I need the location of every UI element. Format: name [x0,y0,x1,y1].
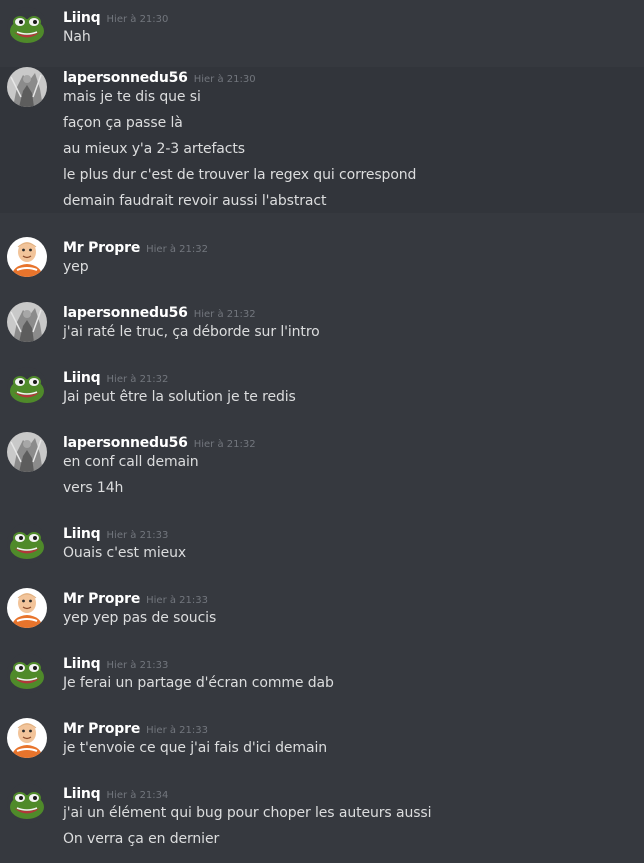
message-header: Mr Propre Hier à 21:33 [63,588,208,608]
message-text: On verra ça en dernier [63,831,220,847]
message-timestamp: Hier à 21:32 [193,439,256,450]
message-group: Liinq Hier à 21:30 Nah [0,7,644,61]
photo-avatar[interactable] [7,432,47,472]
message-group: Liinq Hier à 21:34 j'ai un élément qui bug… [0,783,644,863]
cartoon-avatar[interactable] [7,588,47,628]
message-text: je t'envoie ce que j'ai fais d'ici demai… [63,740,328,756]
message-group: lapersonnedu56 Hier à 21:30 mais je te dis… [0,67,644,213]
author-name[interactable]: Liinq [63,10,101,26]
message-timestamp: Hier à 21:33 [146,725,208,736]
message-text: le plus dur c'est de trouver la regex qu… [63,167,417,183]
message-text: Ouais c'est mieux [63,545,187,561]
author-name[interactable]: Mr Propre [63,240,140,256]
message-header: Mr Propre Hier à 21:33 [63,718,208,738]
message-group: lapersonnedu56 Hier à 21:32 en conf call d… [0,432,644,512]
frog-avatar[interactable] [7,523,47,563]
message-group: Liinq Hier à 21:33 Ouais c'est mieux [0,523,644,577]
message-group: lapersonnedu56 Hier à 21:32 j'ai raté le t… [0,302,644,356]
message-timestamp: Hier à 21:32 [193,309,256,320]
message-text: Jai peut être la solution je te redis [63,389,296,405]
author-name[interactable]: lapersonnedu56 [63,435,188,451]
cartoon-avatar[interactable] [7,718,47,758]
message-header: lapersonnedu56 Hier à 21:32 [63,302,256,322]
message-text: yep yep pas de soucis [63,610,217,626]
message-header: Liinq Hier à 21:32 [63,367,168,387]
message-header: lapersonnedu56 Hier à 21:32 [63,432,256,452]
message-timestamp: Hier à 21:33 [146,595,208,606]
message-text: Je ferai un partage d'écran comme dab [63,675,334,691]
message-text: Nah [63,29,91,45]
message-text: façon ça passe là [63,115,183,131]
message-text: j'ai un élément qui bug pour choper les … [63,805,432,821]
message-group: Mr Propre Hier à 21:32 yep [0,237,644,291]
message-text: vers 14h [63,480,124,496]
message-group: Liinq Hier à 21:32 Jai peut être la soluti… [0,367,644,421]
message-group: Mr Propre Hier à 21:33 je t'envoie ce que … [0,718,644,772]
author-name[interactable]: Mr Propre [63,591,140,607]
message-header: Liinq Hier à 21:34 [63,783,168,803]
message-header: Liinq Hier à 21:30 [63,7,168,27]
message-text: yep [63,259,89,275]
author-name[interactable]: lapersonnedu56 [63,305,188,321]
message-timestamp: Hier à 21:33 [106,530,169,541]
message-text: en conf call demain [63,454,199,470]
message-group: Liinq Hier à 21:33 Je ferai un partage d'é… [0,653,644,707]
message-timestamp: Hier à 21:30 [106,14,169,25]
message-timestamp: Hier à 21:33 [106,660,169,671]
cartoon-avatar[interactable] [7,237,47,277]
author-name[interactable]: Liinq [63,526,101,542]
frog-avatar[interactable] [7,653,47,693]
photo-avatar[interactable] [7,302,47,342]
photo-avatar[interactable] [7,67,47,107]
author-name[interactable]: Liinq [63,370,101,386]
message-text: au mieux y'a 2-3 artefacts [63,141,245,157]
message-timestamp: Hier à 21:34 [106,790,169,801]
message-header: lapersonnedu56 Hier à 21:30 [63,67,256,87]
frog-avatar[interactable] [7,367,47,407]
message-header: Mr Propre Hier à 21:32 [63,237,208,257]
frog-avatar[interactable] [7,783,47,823]
frog-avatar[interactable] [7,7,47,47]
chat-message-list: Liinq Hier à 21:30 Nah lapersonnedu56 Hier à… [0,0,644,863]
author-name[interactable]: Mr Propre [63,721,140,737]
message-header: Liinq Hier à 21:33 [63,653,168,673]
message-text: j'ai raté le truc, ça déborde sur l'intr… [63,324,320,340]
message-header: Liinq Hier à 21:33 [63,523,168,543]
message-text: mais je te dis que si [63,89,201,105]
author-name[interactable]: Liinq [63,656,101,672]
message-text: demain faudrait revoir aussi l'abstract [63,193,327,209]
author-name[interactable]: Liinq [63,786,101,802]
message-timestamp: Hier à 21:30 [193,74,256,85]
message-group: Mr Propre Hier à 21:33 yep yep pas de souc… [0,588,644,642]
message-timestamp: Hier à 21:32 [146,244,208,255]
message-timestamp: Hier à 21:32 [106,374,169,385]
author-name[interactable]: lapersonnedu56 [63,70,188,86]
